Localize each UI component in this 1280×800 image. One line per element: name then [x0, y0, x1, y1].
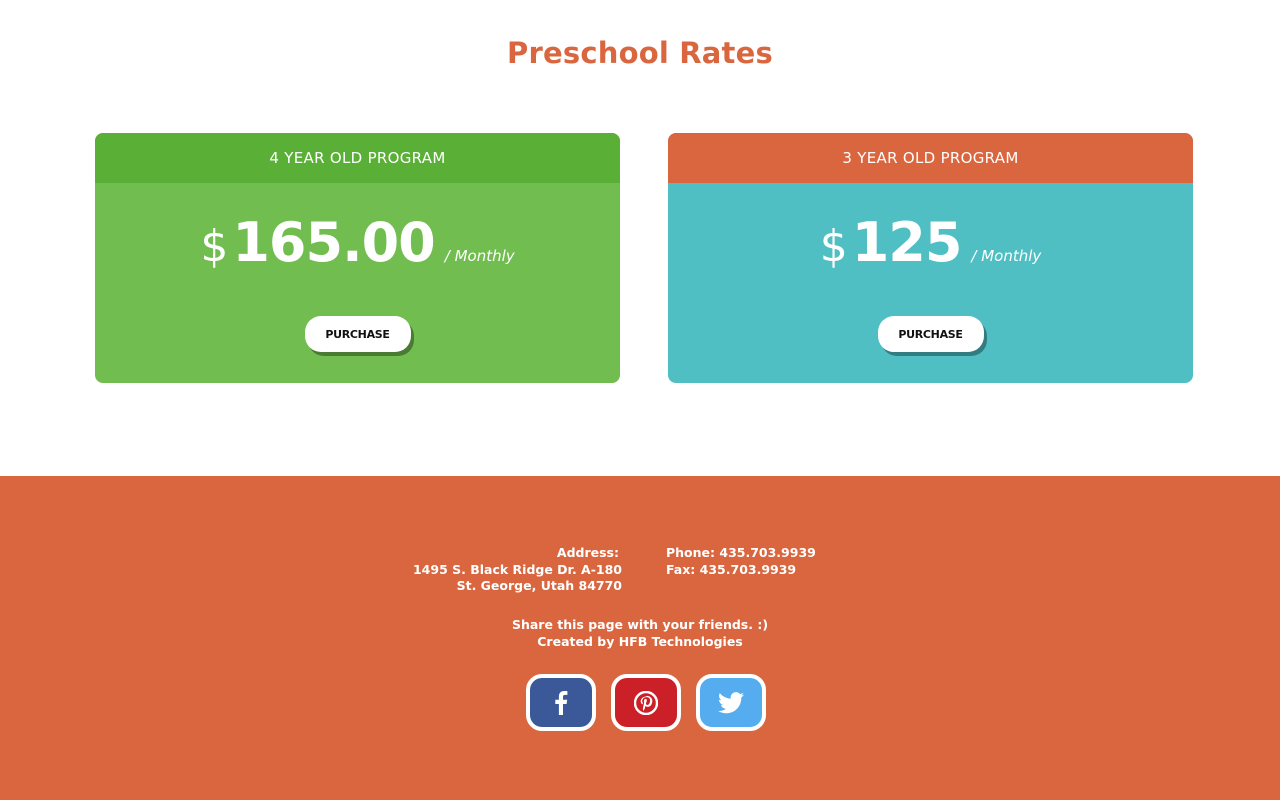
- fax-number: Fax: 435.703.9939: [666, 561, 797, 577]
- price: $ 165.00 / Monthly: [95, 211, 620, 274]
- price-period: / Monthly: [444, 247, 515, 265]
- twitter-icon: [718, 691, 744, 714]
- phone-number: Phone: 435.703.9939: [666, 545, 816, 560]
- address-line-2: St. George, Utah 84770: [456, 578, 622, 593]
- purchase-button[interactable]: PURCHASE: [877, 316, 984, 352]
- price: $ 125 / Monthly: [668, 211, 1193, 274]
- facebook-icon: [554, 690, 568, 715]
- pricing-card-4-year: 4 YEAR OLD PROGRAM $ 165.00 / Monthly PU…: [95, 133, 620, 383]
- plan-name: 3 YEAR OLD PROGRAM: [668, 133, 1193, 183]
- twitter-share-button[interactable]: [696, 674, 766, 731]
- social-links: [526, 674, 766, 731]
- currency-symbol: $: [819, 221, 848, 272]
- address-label: Address:: [556, 545, 619, 560]
- pinterest-share-button[interactable]: [611, 674, 681, 731]
- contact-block: Phone: 435.703.9939 Fax: 435.703.9939: [666, 545, 816, 578]
- share-block: Share this page with your friends. :) Cr…: [0, 617, 1280, 650]
- facebook-share-button[interactable]: [526, 674, 596, 731]
- pinterest-icon: [634, 690, 658, 715]
- price-amount: 125: [851, 211, 963, 274]
- address-block: Address: 1495 S. Black Ridge Dr. A-180 S…: [413, 545, 622, 595]
- purchase-button[interactable]: PURCHASE: [304, 316, 411, 352]
- plan-name: 4 YEAR OLD PROGRAM: [95, 133, 620, 183]
- address-line-1: 1495 S. Black Ridge Dr. A-180: [412, 561, 622, 577]
- page-title: Preschool Rates: [507, 36, 773, 70]
- share-text: Share this page with your friends. :): [511, 617, 769, 632]
- pricing-card-3-year: 3 YEAR OLD PROGRAM $ 125 / Monthly PURCH…: [668, 133, 1193, 383]
- footer: Address: 1495 S. Black Ridge Dr. A-180 S…: [0, 476, 1280, 800]
- currency-symbol: $: [200, 221, 229, 272]
- price-period: / Monthly: [971, 247, 1042, 265]
- price-amount: 165.00: [232, 211, 435, 274]
- credit-text: Created by HFB Technologies: [537, 633, 743, 649]
